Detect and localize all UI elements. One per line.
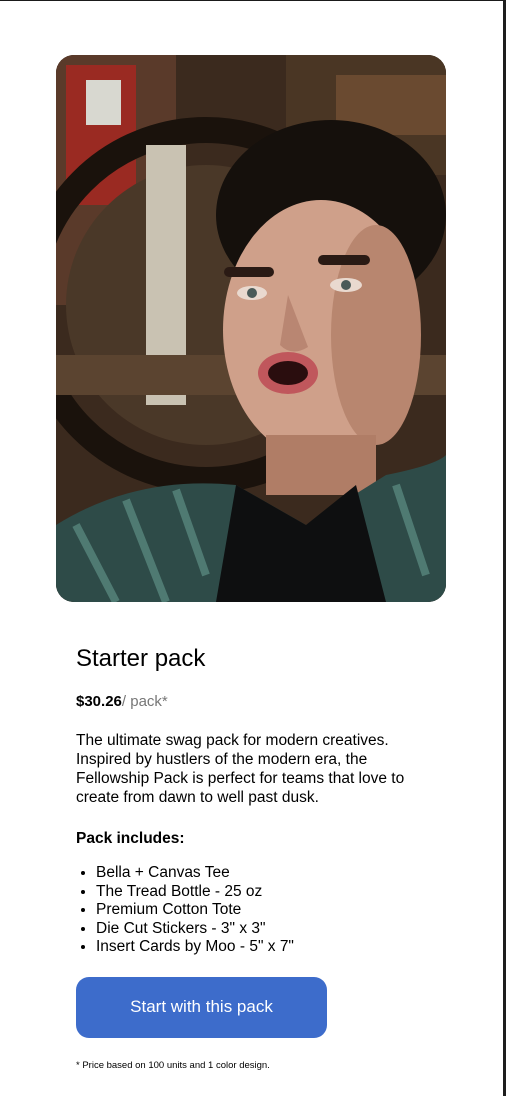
includes-list: Bella + Canvas Tee The Tread Bottle - 25… [76,864,436,957]
list-item: Insert Cards by Moo - 5" x 7" [96,938,436,957]
product-title: Starter pack [76,645,206,672]
product-details: Starter pack $30.26/ pack* The ultimate … [76,641,436,1072]
list-item: Die Cut Stickers - 3" x 3" [96,920,436,939]
includes-heading: Pack includes: [76,830,185,847]
product-price: $30.26 [76,693,122,710]
product-photo [56,55,446,602]
product-page: Starter pack $30.26/ pack* The ultimate … [0,0,506,1096]
price-row: $30.26/ pack* [76,693,436,711]
price-unit: / pack* [121,693,168,710]
start-with-pack-button[interactable]: Start with this pack [76,976,327,1038]
product-description: The ultimate swag pack for modern creati… [76,732,405,806]
price-footnote: * Price based on 100 units and 1 color d… [76,1059,270,1071]
list-item: Premium Cotton Tote [96,901,436,920]
list-item: The Tread Bottle - 25 oz [96,883,436,902]
list-item: Bella + Canvas Tee [96,864,436,883]
